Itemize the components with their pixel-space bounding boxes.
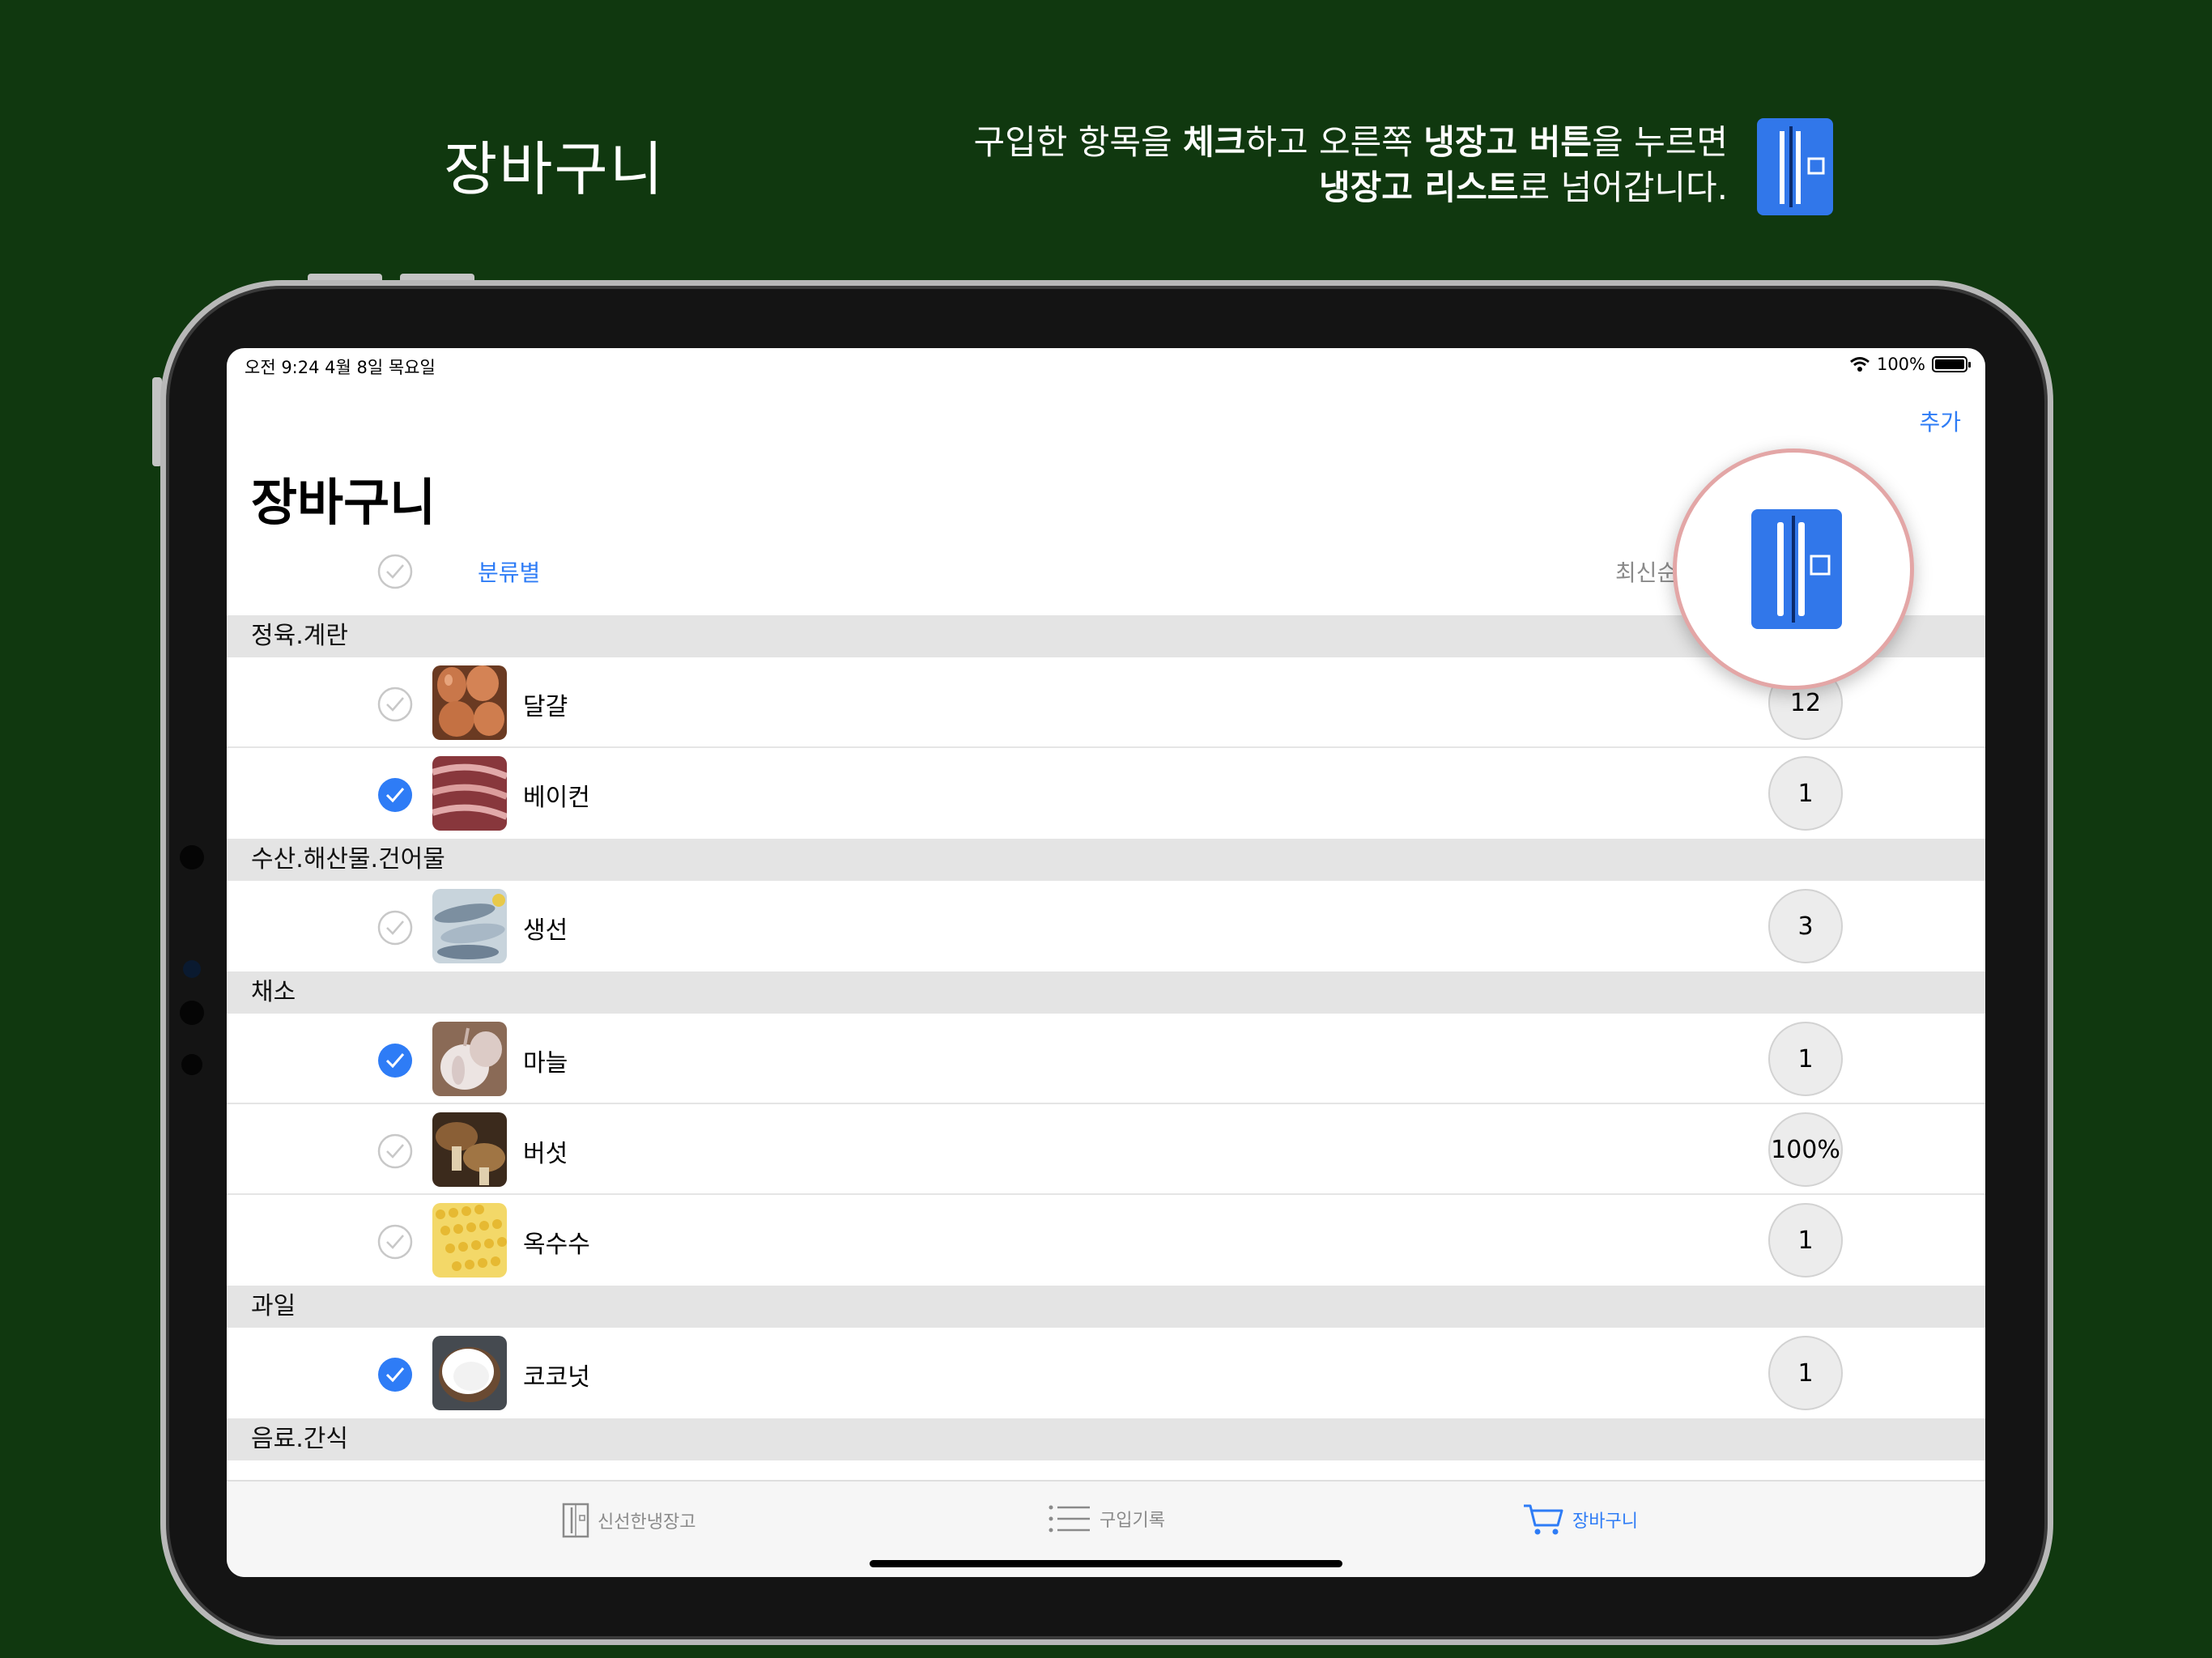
section-header: 음료.간식 [227, 1418, 1985, 1460]
item-thumbnail [432, 1112, 507, 1187]
tab-shopping-cart[interactable]: 장바구니 [1522, 1503, 1638, 1537]
sort-by-latest-button[interactable]: 최신순 [1615, 555, 1678, 588]
battery-icon [1932, 356, 1971, 372]
shopping-list: 정육.계란 달걀 12 베이컨 1 수산.해산물.건어물 생선 3 채소 마늘 1 버섯 100% 옥수수… [227, 615, 1985, 1460]
item-thumbnail [432, 889, 507, 963]
fridge-icon [562, 1503, 589, 1538]
quantity-button[interactable]: 1 [1768, 1203, 1843, 1278]
unchecked-checkbox[interactable] [377, 1133, 413, 1169]
sensor [180, 1001, 204, 1025]
quantity-button[interactable]: 1 [1768, 756, 1843, 831]
promo-text: 로 넘어갑니다. [1518, 168, 1728, 207]
fridge-button-highlight [1673, 449, 1914, 690]
camera [183, 960, 201, 978]
list-item[interactable]: 달걀 12 [227, 657, 1985, 748]
item-thumbnail [432, 1336, 507, 1410]
checked-checkbox[interactable] [377, 1357, 413, 1392]
checked-checkbox[interactable] [377, 1043, 413, 1078]
sensor [180, 845, 204, 869]
promo-text: 을 누르면 [1592, 122, 1728, 162]
list-item[interactable]: 마늘 1 [227, 1014, 1985, 1104]
promo-title: 장바구니 [444, 135, 665, 203]
tab-purchase-history[interactable]: 구입기록 [1048, 1503, 1165, 1535]
sensor [181, 1054, 202, 1075]
promo-text-bold: 체크 [1183, 122, 1246, 162]
list-item[interactable]: 코코넛 1 [227, 1328, 1985, 1418]
quantity-button[interactable]: 1 [1768, 1022, 1843, 1096]
promo-desc-line-2: 냉장고 리스트로 넘어갑니다. [974, 165, 1728, 210]
item-thumbnail [432, 1022, 507, 1096]
unchecked-checkbox[interactable] [377, 1224, 413, 1260]
cart-icon [1524, 1504, 1563, 1535]
unchecked-checkbox[interactable] [377, 910, 413, 946]
list-item[interactable]: 생선 3 [227, 881, 1985, 971]
page-title: 장바구니 [251, 473, 436, 532]
promo-desc-line-1: 구입한 항목을 체크하고 오른쪽 냉장고 버튼을 누르면 [974, 120, 1728, 165]
promo-text: 구입한 항목을 [973, 122, 1184, 162]
item-name: 코코넛 [523, 1363, 590, 1392]
status-time-date: 오전 9:24 4월 8일 목요일 [245, 358, 436, 377]
item-name: 달걀 [523, 693, 568, 721]
promo-text: 하고 오른쪽 [1245, 122, 1424, 162]
section-header: 수산.해산물.건어물 [227, 839, 1985, 881]
unchecked-checkbox[interactable] [377, 687, 413, 722]
promo-text-bold: 냉장고 리스트 [1318, 168, 1519, 207]
item-name: 베이컨 [523, 784, 590, 812]
tab-label: 구입기록 [1100, 1511, 1165, 1531]
tab-label: 신선한냉장고 [598, 1512, 696, 1533]
quantity-button[interactable]: 3 [1768, 889, 1843, 963]
home-indicator [870, 1560, 1342, 1567]
section-header: 채소 [227, 971, 1985, 1014]
item-thumbnail [432, 756, 507, 831]
fridge-icon [1757, 118, 1833, 215]
promo-description: 구입한 항목을 체크하고 오른쪽 냉장고 버튼을 누르면 냉장고 리스트로 넘어… [974, 120, 1728, 210]
section-header: 과일 [227, 1286, 1985, 1328]
quantity-button[interactable]: 1 [1768, 1336, 1843, 1410]
item-name: 마늘 [523, 1049, 568, 1078]
promo-text-bold: 냉장고 버튼 [1423, 122, 1593, 162]
list-item[interactable]: 버섯 100% [227, 1104, 1985, 1195]
tab-label: 장바구니 [1572, 1511, 1638, 1532]
list-icon [1049, 1505, 1090, 1533]
checked-checkbox[interactable] [377, 777, 413, 813]
select-all-checkbox[interactable] [377, 554, 413, 593]
tab-fridge[interactable]: 신선한냉장고 [562, 1503, 696, 1538]
item-name: 생선 [523, 916, 568, 945]
item-thumbnail [432, 1203, 507, 1278]
item-thumbnail [432, 665, 507, 740]
item-name: 옥수수 [523, 1231, 590, 1259]
battery-percent: 100% [1876, 355, 1925, 374]
tab-bar: 신선한냉장고 구입기록 장바구니 [227, 1480, 1985, 1577]
move-to-fridge-button[interactable] [1751, 509, 1842, 629]
wifi-icon [1850, 357, 1870, 372]
list-item[interactable]: 옥수수 1 [227, 1195, 1985, 1286]
fridge-icon [1777, 516, 1831, 623]
quantity-button[interactable]: 100% [1768, 1112, 1843, 1187]
app-store-screenshot: 장바구니 구입한 항목을 체크하고 오른쪽 냉장고 버튼을 누르면 냉장고 리스… [0, 0, 2212, 1658]
list-item[interactable]: 베이컨 1 [227, 748, 1985, 839]
sort-by-category-button[interactable]: 분류별 [478, 555, 540, 588]
item-name: 버섯 [523, 1140, 568, 1168]
add-button[interactable]: 추가 [1919, 405, 1961, 437]
status-indicators: 100% [1849, 355, 1971, 374]
